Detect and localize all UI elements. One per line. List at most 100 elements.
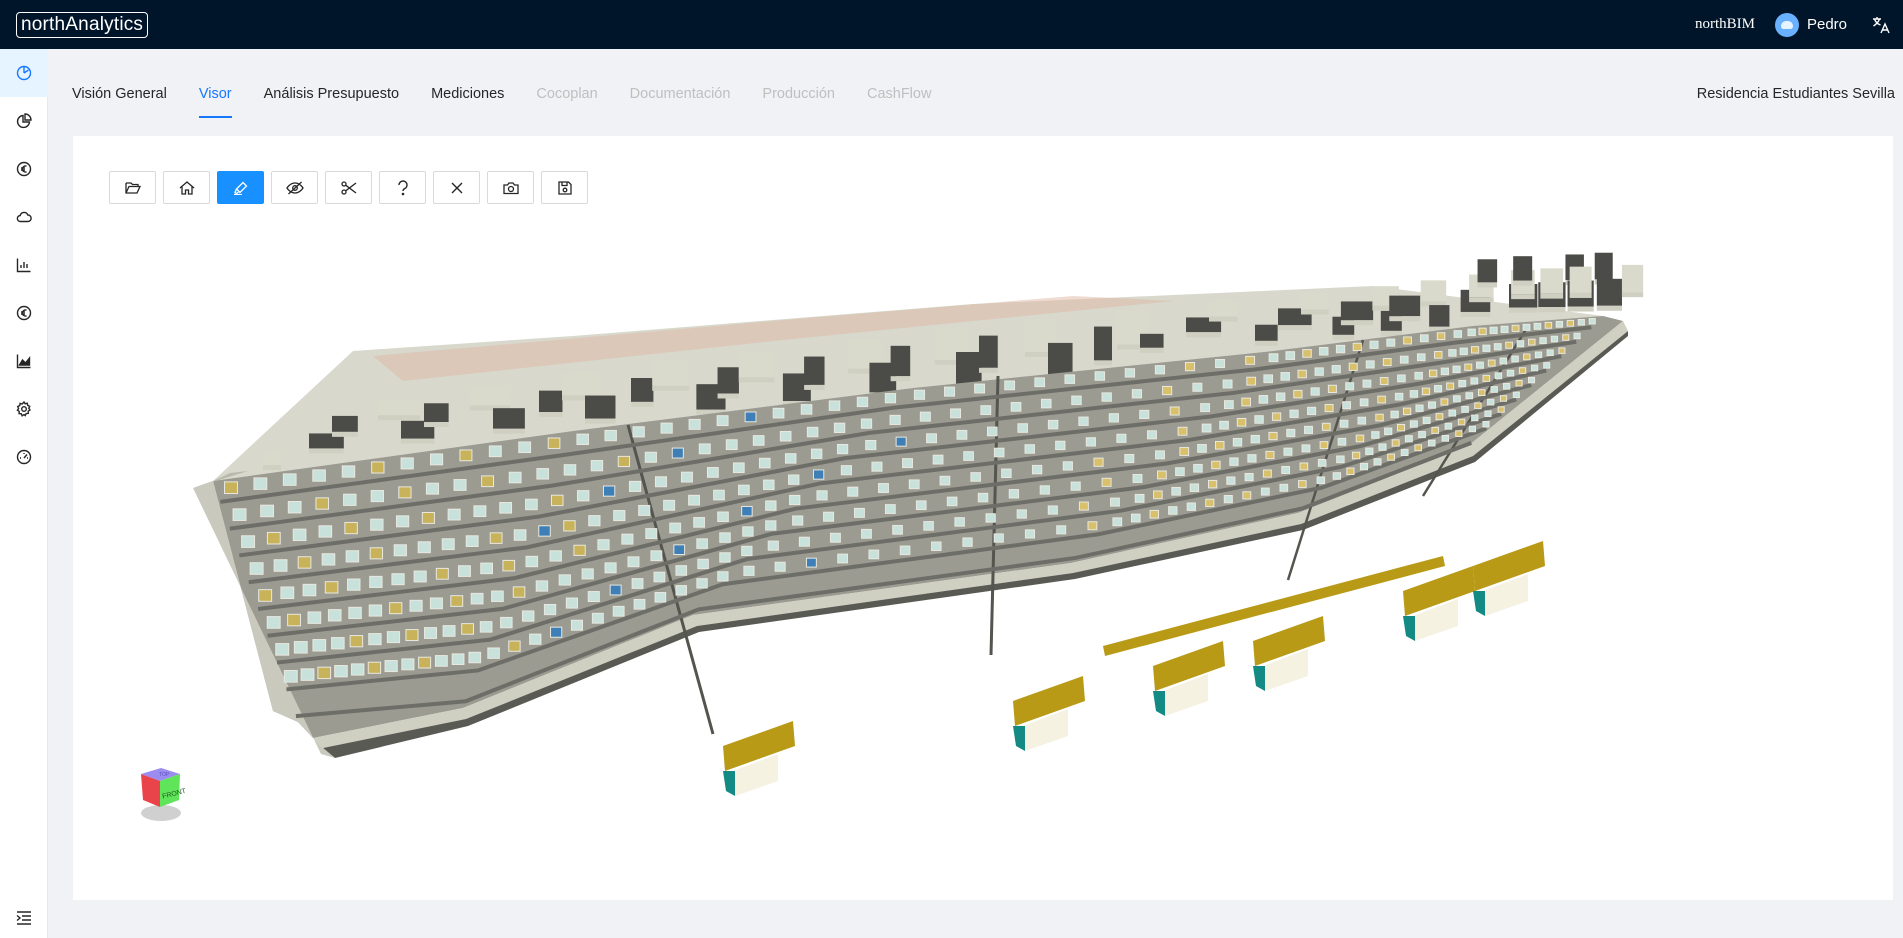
window <box>425 482 440 495</box>
bar-chart-icon[interactable] <box>0 241 48 289</box>
view-cube[interactable]: TOP FRONT <box>135 764 195 824</box>
window <box>429 597 443 610</box>
window <box>1490 386 1498 393</box>
window <box>1205 498 1215 508</box>
window <box>828 400 841 411</box>
window <box>1047 419 1059 430</box>
window <box>370 518 384 531</box>
translate-icon[interactable] <box>1871 15 1891 35</box>
window <box>654 592 667 603</box>
window <box>1040 398 1052 409</box>
window <box>1505 341 1513 349</box>
window <box>865 439 877 451</box>
roof-volume <box>1048 342 1073 377</box>
cloud-icon[interactable] <box>0 193 48 241</box>
window <box>287 501 302 514</box>
eye-invisible-icon[interactable] <box>271 171 318 204</box>
tab-visor[interactable]: Visor <box>198 86 232 118</box>
area-chart-icon[interactable] <box>0 337 48 385</box>
roof-volume <box>1513 256 1533 281</box>
window <box>680 471 693 483</box>
window <box>1168 506 1178 515</box>
window <box>232 508 247 521</box>
window <box>1307 406 1317 416</box>
window <box>409 599 423 612</box>
window <box>1502 383 1511 390</box>
folder-open-icon[interactable] <box>109 171 156 204</box>
tab-analisis-presupuesto[interactable]: Análisis Presupuesto <box>264 86 399 118</box>
building-model[interactable] <box>73 136 1893 900</box>
window <box>1414 371 1423 380</box>
roof-volume-base <box>804 384 825 390</box>
window <box>650 550 663 562</box>
window <box>461 623 474 635</box>
window <box>1399 355 1409 364</box>
window <box>536 468 550 480</box>
home-icon[interactable] <box>163 171 210 204</box>
window <box>1434 351 1443 359</box>
window <box>521 610 535 622</box>
window <box>645 528 658 539</box>
euro-circle-icon[interactable] <box>0 289 48 337</box>
window <box>1419 334 1429 343</box>
window <box>1310 387 1320 396</box>
window <box>453 479 467 491</box>
pie-chart-icon[interactable] <box>0 97 48 145</box>
tab-mediciones[interactable]: Mediciones <box>431 86 504 118</box>
roof-volume-base <box>1567 306 1594 312</box>
window <box>1285 351 1296 360</box>
roof-volume <box>1477 259 1498 283</box>
window <box>725 439 738 451</box>
window <box>1427 439 1436 447</box>
euro-icon[interactable] <box>0 145 48 193</box>
window <box>1499 395 1508 402</box>
window <box>384 660 398 673</box>
camera-icon[interactable] <box>487 171 534 204</box>
window <box>368 604 383 617</box>
window <box>1280 372 1290 381</box>
gauge-icon[interactable] <box>0 433 48 481</box>
dashboard-icon[interactable] <box>0 49 48 97</box>
roof-volume-base <box>717 393 739 399</box>
roof-volume <box>738 350 775 378</box>
window <box>956 429 968 440</box>
window <box>1550 335 1559 343</box>
window <box>1200 403 1210 413</box>
tab-vision-general[interactable]: Visión General <box>72 86 167 118</box>
bim-viewer[interactable]: TOP FRONT <box>73 136 1893 900</box>
user-menu[interactable]: Pedro <box>1774 12 1847 37</box>
roof-volume <box>1140 333 1164 348</box>
window <box>1546 349 1554 357</box>
window <box>386 631 401 644</box>
window <box>1258 395 1269 404</box>
window <box>1207 479 1218 489</box>
save-icon[interactable] <box>541 171 588 204</box>
highlighter-icon[interactable] <box>217 171 264 204</box>
question-icon[interactable] <box>379 171 426 204</box>
window <box>1116 433 1127 443</box>
menu-unfold-icon[interactable] <box>0 898 48 938</box>
window <box>1263 374 1274 384</box>
window <box>926 433 937 444</box>
window <box>1214 440 1225 450</box>
scissor-icon[interactable] <box>325 171 372 204</box>
org-name[interactable]: northBIM <box>1695 16 1755 33</box>
window <box>260 504 275 518</box>
window <box>1452 395 1461 403</box>
window <box>1493 343 1502 351</box>
window <box>1458 379 1467 388</box>
window <box>421 511 435 524</box>
window <box>1342 401 1352 410</box>
window <box>1219 420 1229 430</box>
window <box>789 494 801 506</box>
window <box>1375 413 1384 422</box>
window <box>1001 468 1012 479</box>
window <box>871 461 883 472</box>
close-icon[interactable] <box>433 171 480 204</box>
window <box>275 643 290 656</box>
window <box>513 529 527 541</box>
window <box>369 547 384 560</box>
app-logo[interactable]: northAnalytics <box>16 11 149 38</box>
gear-icon[interactable] <box>0 385 48 433</box>
pilotis-column <box>1153 691 1165 716</box>
